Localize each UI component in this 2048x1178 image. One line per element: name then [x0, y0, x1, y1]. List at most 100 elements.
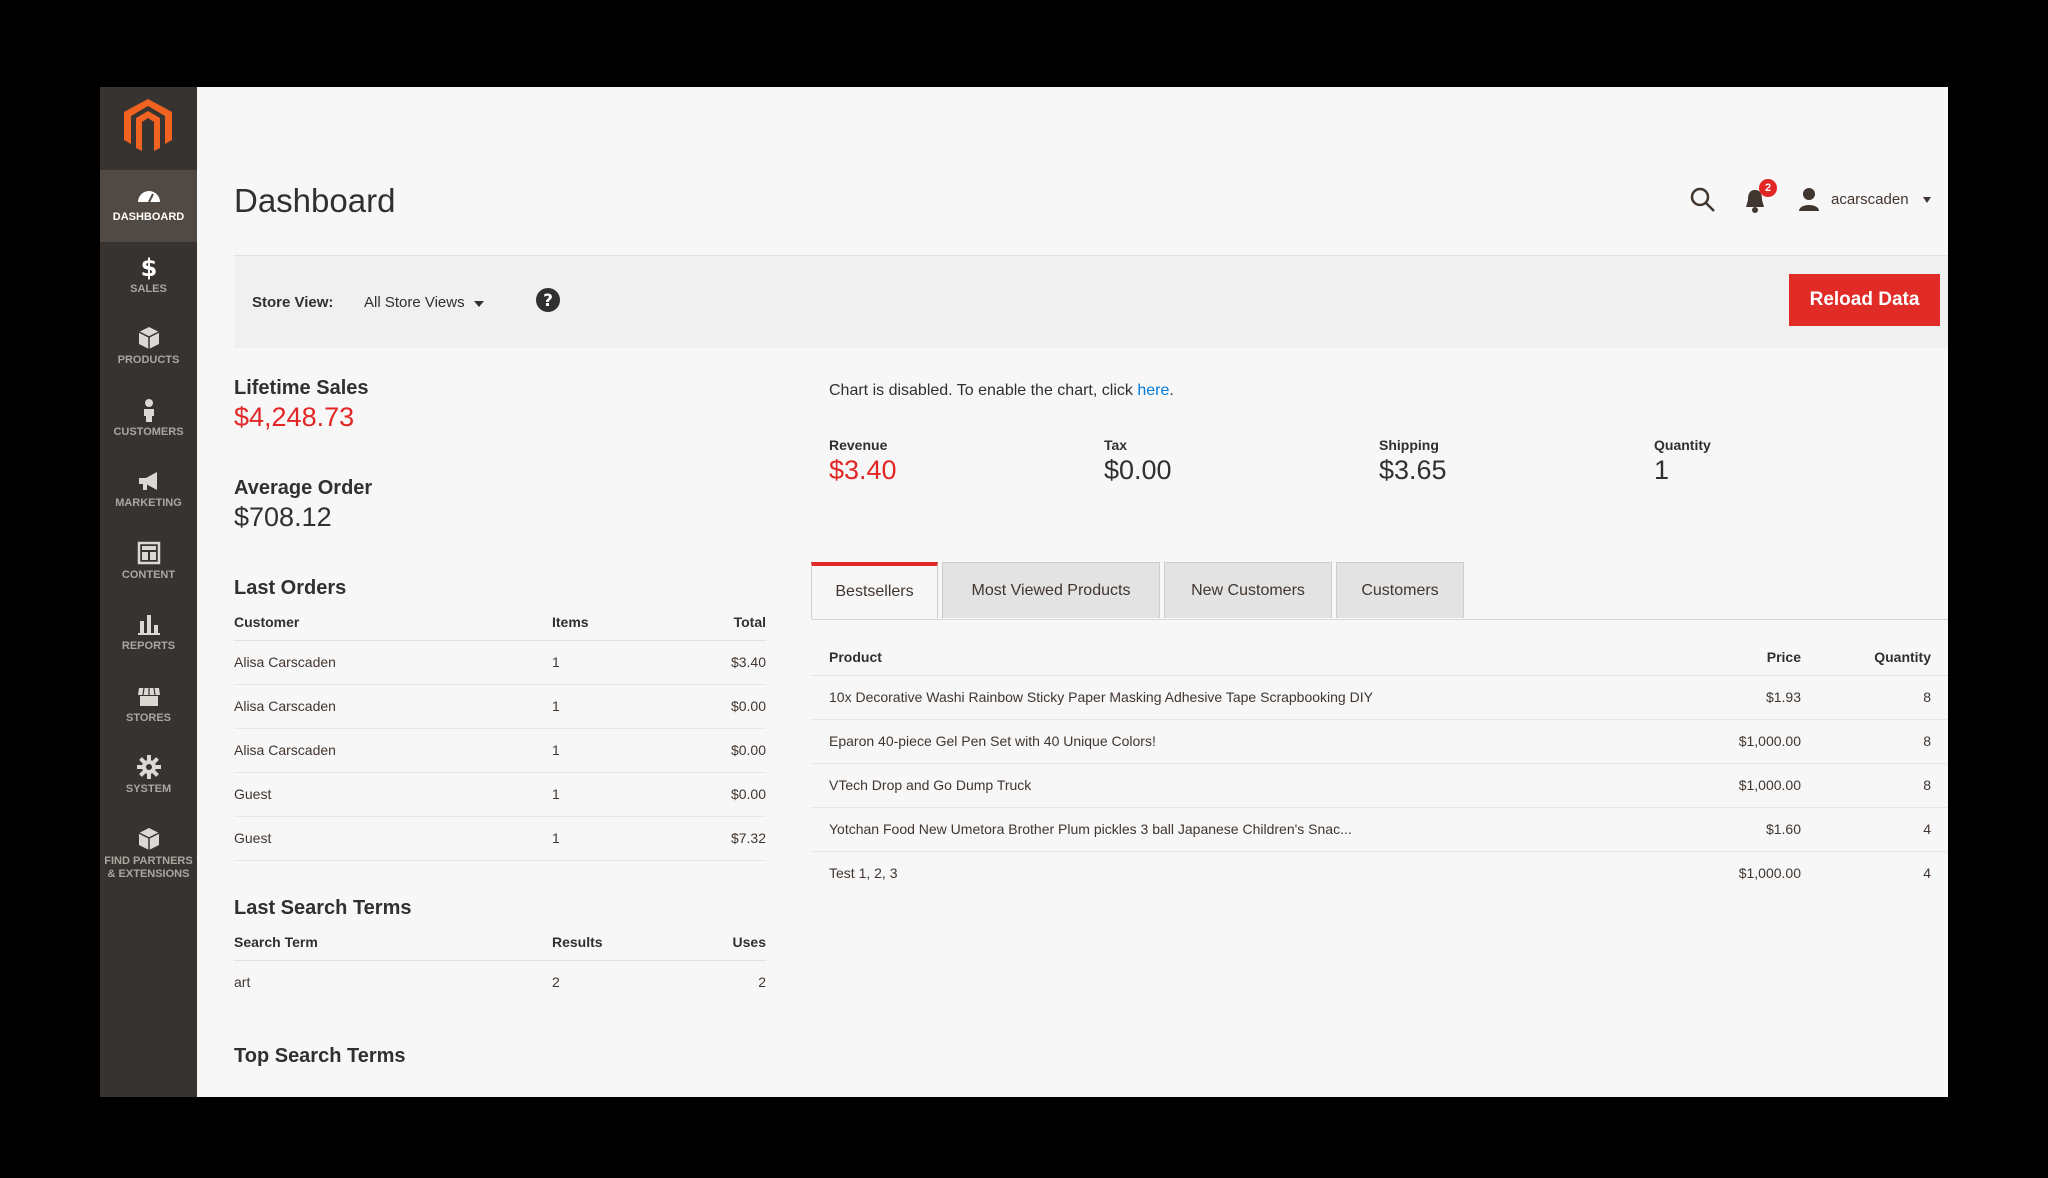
store-view-label: Store View: — [252, 294, 334, 311]
sidebar-item-customers[interactable]: CUSTOMERS — [100, 385, 197, 457]
bar-chart-icon — [137, 615, 160, 635]
sidebar: DASHBOARD $ SALES PRODUCTS CUSTOMERS MAR… — [100, 87, 197, 1097]
table-row[interactable]: Eparon 40-piece Gel Pen Set with 40 Uniq… — [811, 720, 1948, 764]
enable-chart-link[interactable]: here — [1137, 382, 1169, 399]
total-value: 1 — [1654, 455, 1670, 485]
table-row[interactable]: Alisa Carscaden 1 $0.00 — [234, 729, 766, 773]
product-quantity: 4 — [1923, 821, 1931, 837]
top-search-terms-title: Top Search Terms — [234, 1045, 406, 1067]
store-view-select[interactable]: All Store Views — [364, 294, 465, 311]
sidebar-item-content[interactable]: CONTENT — [100, 528, 197, 600]
product-quantity: 8 — [1923, 733, 1931, 749]
table-row[interactable]: Guest 1 $0.00 — [234, 773, 766, 817]
search-term: art — [234, 974, 251, 990]
chart-message-text: Chart is disabled. To enable the chart, … — [829, 382, 1138, 399]
order-customer: Alisa Carscaden — [234, 654, 336, 670]
user-menu[interactable]: acarscaden — [1798, 185, 1938, 215]
column-header: Search Term — [234, 934, 318, 950]
product-price: $1,000.00 — [1738, 777, 1801, 793]
sidebar-item-reports[interactable]: REPORTS — [100, 599, 197, 671]
product-price: $1.60 — [1765, 821, 1801, 837]
tab-most-viewed-products[interactable]: Most Viewed Products — [942, 562, 1160, 618]
average-order-value: $708.12 — [234, 502, 332, 532]
magento-logo-icon[interactable] — [122, 97, 174, 153]
product-price: $1,000.00 — [1738, 733, 1801, 749]
sidebar-item-sales[interactable]: $ SALES — [100, 242, 197, 314]
sidebar-item-label: REPORTS — [121, 640, 176, 652]
order-total: $0.00 — [730, 786, 766, 802]
svg-text:$: $ — [140, 254, 157, 280]
product-quantity: 8 — [1923, 689, 1931, 705]
chart-message-tail: . — [1169, 382, 1174, 399]
main-content: Dashboard 2 acarscaden Store View: All S… — [197, 87, 1948, 1097]
dashboard-totals: Revenue $3.40 Tax $0.00 Shipping $3.65 Q… — [829, 437, 1929, 497]
sidebar-item-label: MARKETING — [115, 497, 182, 509]
product-name: Test 1, 2, 3 — [829, 865, 898, 881]
sidebar-item-label: SYSTEM — [125, 783, 172, 795]
help-icon[interactable]: ? — [534, 286, 562, 314]
column-header: Total — [733, 614, 766, 630]
total-label: Tax — [1104, 437, 1128, 453]
reload-data-button[interactable]: Reload Data — [1789, 274, 1940, 326]
dollar-icon: $ — [140, 254, 157, 280]
table-row[interactable]: Guest 1 $7.32 — [234, 817, 766, 861]
last-search-terms: Last Search Terms Search Term Results Us… — [234, 897, 766, 1004]
table-row[interactable]: art 2 2 — [234, 961, 766, 1004]
order-total: $3.40 — [730, 654, 766, 670]
table-row[interactable]: Alisa Carscaden 1 $3.40 — [234, 641, 766, 685]
tab-new-customers[interactable]: New Customers — [1164, 562, 1332, 618]
total-value: $3.40 — [829, 455, 897, 485]
sidebar-item-products[interactable]: PRODUCTS — [100, 313, 197, 385]
lifetime-sales: Lifetime Sales $4,248.73 — [234, 377, 369, 433]
total-label: Revenue — [829, 437, 888, 453]
layout-icon — [137, 541, 160, 564]
admin-screen: DASHBOARD $ SALES PRODUCTS CUSTOMERS MAR… — [100, 87, 1948, 1097]
table-row[interactable]: Test 1, 2, 3 $1,000.00 4 — [811, 852, 1948, 895]
chevron-down-icon[interactable] — [474, 301, 484, 307]
search-icon[interactable] — [1688, 185, 1718, 215]
sidebar-item-label: FIND PARTNERS — [104, 854, 193, 867]
column-header: Quantity — [1874, 649, 1931, 665]
page-title: Dashboard — [234, 182, 396, 219]
column-header: Price — [1766, 649, 1801, 665]
gear-icon — [136, 755, 161, 779]
product-quantity: 8 — [1923, 777, 1931, 793]
notification-badge: 2 — [1759, 179, 1777, 197]
sidebar-item-partners[interactable]: FIND PARTNERS & EXTENSIONS — [100, 814, 197, 904]
order-items: 1 — [552, 786, 560, 802]
tab-customers[interactable]: Customers — [1336, 562, 1464, 618]
box-icon — [138, 327, 159, 349]
order-items: 1 — [552, 830, 560, 846]
sidebar-item-label: SALES — [130, 282, 167, 295]
product-name: Eparon 40-piece Gel Pen Set with 40 Uniq… — [829, 733, 1156, 749]
table-row[interactable]: 10x Decorative Washi Rainbow Sticky Pape… — [811, 676, 1948, 720]
notifications-button[interactable]: 2 — [1743, 179, 1777, 215]
sidebar-item-label: STORES — [125, 711, 172, 724]
total-revenue: Revenue $3.40 — [829, 437, 897, 486]
table-row[interactable]: VTech Drop and Go Dump Truck $1,000.00 8 — [811, 764, 1948, 808]
sidebar-item-system[interactable]: SYSTEM — [100, 742, 197, 814]
product-quantity: 4 — [1923, 865, 1931, 881]
column-header: Results — [552, 934, 603, 950]
search-results: 2 — [552, 974, 560, 990]
table-row[interactable]: Alisa Carscaden 1 $0.00 — [234, 685, 766, 729]
product-name: 10x Decorative Washi Rainbow Sticky Pape… — [829, 689, 1373, 705]
sidebar-item-marketing[interactable]: MARKETING — [100, 456, 197, 528]
table-row[interactable]: Yotchan Food New Umetora Brother Plum pi… — [811, 808, 1948, 852]
lifetime-sales-value: $4,248.73 — [234, 402, 355, 432]
username: acarscaden — [1831, 191, 1909, 208]
tab-bestsellers[interactable]: Bestsellers — [811, 562, 938, 618]
total-quantity: Quantity 1 — [1654, 437, 1711, 486]
last-search-terms-title: Last Search Terms — [234, 897, 412, 919]
sidebar-item-stores[interactable]: STORES — [100, 671, 197, 743]
order-items: 1 — [552, 654, 560, 670]
column-header: Uses — [732, 934, 766, 950]
bestsellers-table: Product Price Quantity 10x Decorative Wa… — [811, 639, 1948, 895]
order-total: $7.32 — [730, 830, 766, 846]
column-header: Items — [552, 614, 589, 630]
sidebar-item-label: PRODUCTS — [117, 354, 180, 366]
sidebar-item-dashboard[interactable]: DASHBOARD — [100, 170, 197, 242]
dashboard-icon — [137, 191, 160, 203]
bestsellers-header: Product Price Quantity — [811, 639, 1948, 676]
product-name: VTech Drop and Go Dump Truck — [829, 777, 1032, 793]
